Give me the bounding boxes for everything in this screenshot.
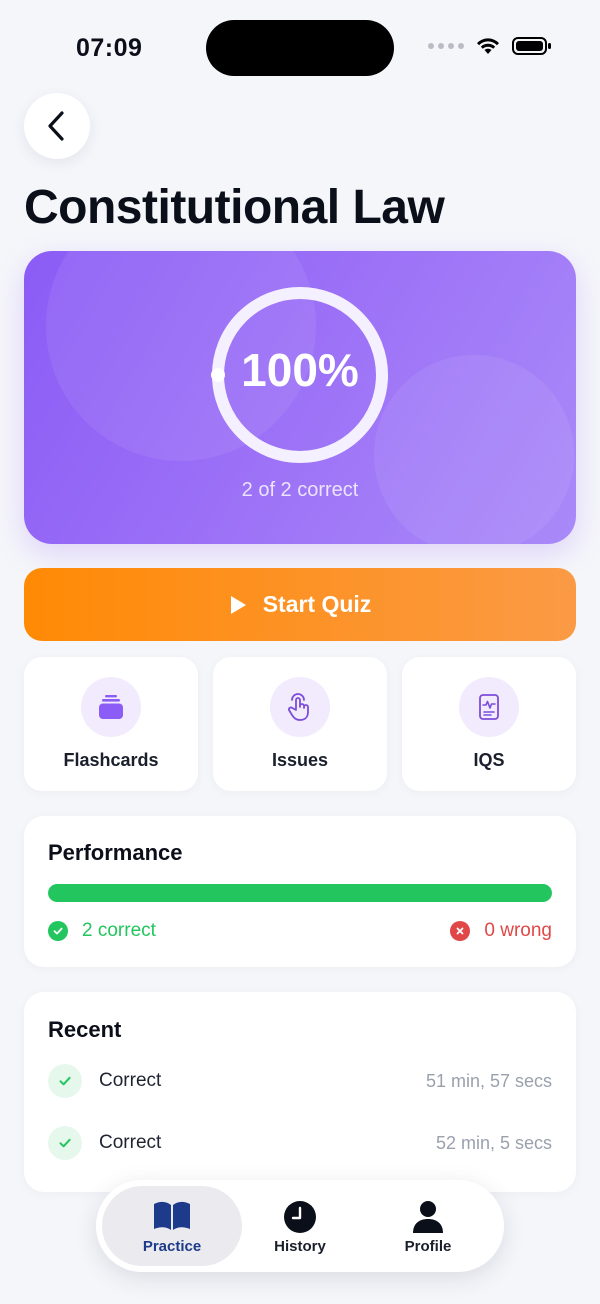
page-title: Constitutional Law [24, 181, 445, 234]
status-indicators [428, 36, 552, 56]
document-pulse-icon [479, 694, 499, 720]
score-subtitle: 2 of 2 correct [241, 479, 359, 501]
play-icon [230, 595, 246, 614]
recent-item-duration: 51 min, 57 secs [425, 1071, 552, 1091]
person-icon [413, 1201, 443, 1233]
performance-card: Performance 2 correct 0 wrong [24, 816, 576, 967]
recent-title: Recent [48, 1017, 122, 1042]
check-circle-icon [48, 921, 68, 941]
correct-legend: 2 correct [48, 920, 156, 942]
issues-tile[interactable]: Issues [213, 657, 387, 791]
back-button[interactable] [24, 93, 90, 159]
chevron-left-icon [48, 111, 64, 141]
start-quiz-label: Start Quiz [262, 591, 372, 617]
tab-practice-label: Practice [142, 1238, 202, 1255]
dynamic-island [206, 20, 394, 76]
iqs-tile[interactable]: IQS [402, 657, 576, 791]
status-time: 07:09 [76, 34, 143, 62]
flashcards-label: Flashcards [63, 750, 159, 770]
recent-item-result: Correct [99, 1070, 162, 1091]
score-card: 100% 2 of 2 correct [24, 251, 576, 544]
battery-icon [512, 37, 551, 55]
recent-item-result: Correct [99, 1132, 162, 1153]
performance-bar-fill [48, 884, 552, 902]
performance-bar [48, 884, 552, 902]
iqs-label: IQS [473, 750, 505, 770]
start-quiz-button[interactable]: Start Quiz [24, 568, 576, 641]
signal-dots-icon [428, 43, 464, 49]
recent-item-duration: 52 min, 5 secs [435, 1133, 552, 1153]
tab-history[interactable]: History [230, 1186, 370, 1266]
flashcards-tile[interactable]: Flashcards [24, 657, 198, 791]
wrong-count: 0 wrong [484, 920, 552, 941]
book-icon [154, 1201, 190, 1230]
clock-icon [284, 1201, 316, 1233]
tab-practice[interactable]: Practice [102, 1186, 242, 1266]
score-percent: 100% [241, 344, 359, 396]
recent-card: Recent Correct 51 min, 57 secs Correct 5… [24, 992, 576, 1192]
performance-title: Performance [48, 840, 183, 865]
recent-item[interactable]: Correct 51 min, 57 secs [48, 1064, 552, 1104]
tap-hand-icon [288, 693, 309, 721]
wifi-icon [477, 38, 499, 54]
correct-count: 2 correct [82, 920, 156, 941]
tab-profile[interactable]: Profile [358, 1186, 498, 1266]
tab-profile-label: Profile [404, 1238, 452, 1255]
cards-stack-icon [99, 695, 123, 719]
tab-bar: Practice History Profile [96, 1180, 504, 1272]
check-icon [48, 1064, 82, 1098]
wrong-legend: 0 wrong [450, 920, 552, 942]
tab-history-label: History [274, 1238, 326, 1255]
check-icon [48, 1126, 82, 1160]
recent-item[interactable]: Correct 52 min, 5 secs [48, 1126, 552, 1166]
issues-label: Issues [271, 750, 329, 770]
status-bar: 07:09 [0, 0, 600, 92]
x-circle-icon [450, 921, 471, 941]
